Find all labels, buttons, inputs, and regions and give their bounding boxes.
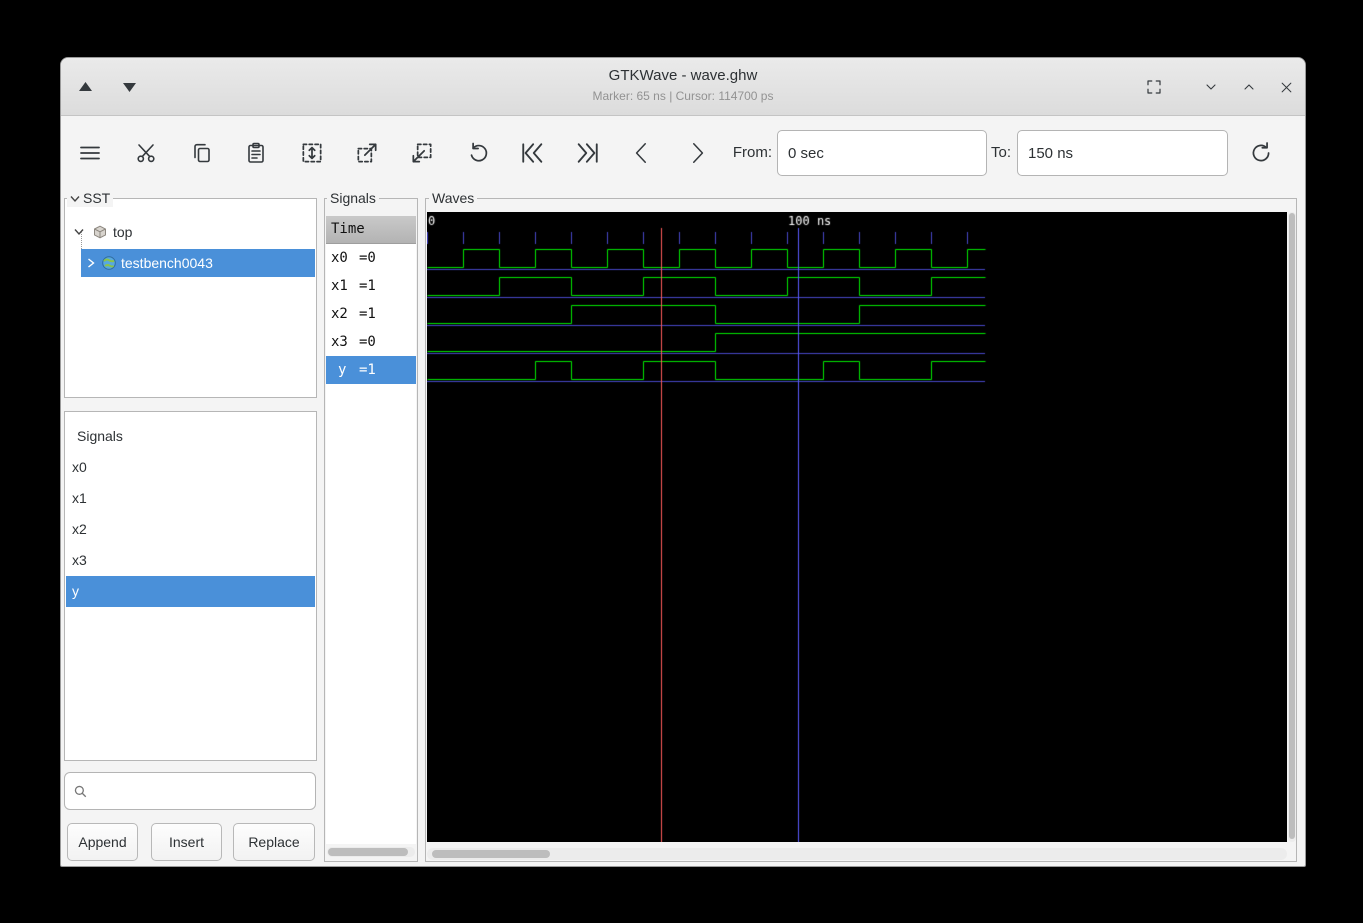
from-input[interactable] <box>777 130 987 176</box>
waves-hscrollbar-track[interactable] <box>427 848 1287 860</box>
to-start-button[interactable] <box>514 133 550 173</box>
signal-value: =1 <box>359 306 376 322</box>
close-icon <box>1281 82 1291 92</box>
signal-name: x0 <box>331 250 348 266</box>
close-button[interactable] <box>1274 75 1298 99</box>
insert-button[interactable]: Insert <box>151 823 222 861</box>
zoom-fit-button[interactable] <box>294 133 330 173</box>
signal-list-header: Signals <box>77 428 123 444</box>
signal-list-item-y[interactable]: y <box>66 576 315 607</box>
signal-value: =0 <box>359 250 376 266</box>
to-input[interactable] <box>1017 130 1228 176</box>
sst-tree-panel: top testbench0043 <box>64 198 317 398</box>
sst-frame-label[interactable]: SST <box>67 190 114 207</box>
undo-arrow-icon <box>470 142 488 162</box>
skip-to-start-icon <box>522 143 543 163</box>
to-end-button[interactable] <box>570 133 606 173</box>
wave-name-row-x2[interactable]: x2 =1 <box>326 300 416 328</box>
signal-search-box[interactable] <box>64 772 316 810</box>
wave-names-hscrollbar-thumb[interactable] <box>328 848 408 856</box>
wave-signals-panel: Time x0 =0 x1 =1 x2 =1 x3 =0 y =1 <box>324 198 418 862</box>
signal-name: y <box>338 362 347 378</box>
chevron-right-icon <box>692 143 704 163</box>
titlebar[interactable]: GTKWave - wave.ghw Marker: 65 ns | Curso… <box>61 58 1305 116</box>
waves-panel <box>425 198 1297 862</box>
zoom-in-button[interactable] <box>349 133 385 173</box>
wave-name-row-y[interactable]: y =1 <box>326 356 416 384</box>
wave-name-row-x0[interactable]: x0 =0 <box>326 244 416 272</box>
signal-search-panel: Signals x0 x1 x2 x3 y <box>64 411 317 761</box>
search-input[interactable] <box>94 783 307 799</box>
menu-button[interactable] <box>72 133 108 173</box>
cut-button[interactable] <box>128 133 164 173</box>
gtkwave-window: GTKWave - wave.ghw Marker: 65 ns | Curso… <box>60 57 1306 867</box>
chevron-left-icon <box>635 143 647 163</box>
signal-value: =1 <box>359 278 376 294</box>
search-icon <box>74 785 87 797</box>
zoom-in-box-icon <box>357 143 377 163</box>
tree-node-top-label: top <box>113 224 133 240</box>
signal-value: =0 <box>359 334 376 350</box>
copy-button[interactable] <box>184 133 220 173</box>
wave-signals-frame-label: Signals <box>327 190 379 207</box>
module-box-icon <box>94 225 106 239</box>
waves-hscrollbar-thumb[interactable] <box>432 850 550 858</box>
expander-down-icon <box>70 195 80 202</box>
wave-signals-label-text: Signals <box>330 190 376 206</box>
expander-right-icon[interactable] <box>87 258 95 268</box>
reload-button[interactable] <box>1243 133 1279 173</box>
tree-row-top[interactable]: top <box>66 218 315 246</box>
from-label: From: <box>732 144 772 161</box>
signal-list-item-x1[interactable]: x1 <box>66 483 315 514</box>
testbench-globe-icon <box>102 256 116 270</box>
signal-value: =1 <box>359 362 376 378</box>
signal-name: x3 <box>331 334 348 350</box>
waves-vscrollbar-track[interactable] <box>1288 212 1296 842</box>
fullscreen-button[interactable] <box>1142 75 1166 99</box>
to-label: To: <box>990 144 1011 161</box>
waves-frame-label: Waves <box>429 190 478 207</box>
tree-row-testbench[interactable]: testbench0043 <box>81 249 315 277</box>
skip-to-end-icon <box>577 143 598 163</box>
zoom-out-box-icon <box>412 143 432 163</box>
signal-name: x1 <box>331 278 348 294</box>
waves-vscrollbar-thumb[interactable] <box>1289 213 1295 839</box>
step-right-button[interactable] <box>679 133 715 173</box>
zoom-out-button[interactable] <box>404 133 440 173</box>
paste-button[interactable] <box>238 133 274 173</box>
corner-brackets-icon <box>1147 80 1161 94</box>
chevron-up-icon <box>1244 84 1254 90</box>
sst-label-text: SST <box>83 190 111 206</box>
tree-node-testbench-label: testbench0043 <box>121 255 213 271</box>
append-button[interactable]: Append <box>67 823 138 861</box>
chevron-down-icon <box>1206 84 1216 90</box>
signal-name: x2 <box>331 306 348 322</box>
marker-cursor-status: Marker: 65 ns | Cursor: 114700 ps <box>592 89 774 103</box>
waves-canvas[interactable] <box>427 212 1287 842</box>
wave-names-hscrollbar-track[interactable] <box>327 847 415 857</box>
signal-list-item-x0[interactable]: x0 <box>66 452 315 483</box>
signal-list-item-x2[interactable]: x2 <box>66 514 315 545</box>
waves-label-text: Waves <box>432 190 475 206</box>
zoom-fit-icon <box>302 143 322 163</box>
replace-button[interactable]: Replace <box>233 823 315 861</box>
copy-icon <box>194 143 210 163</box>
time-column-header: Time <box>326 216 416 244</box>
undo-button[interactable] <box>460 133 496 173</box>
scissors-icon <box>137 144 155 163</box>
signal-list-item-x3[interactable]: x3 <box>66 545 315 576</box>
step-left-button[interactable] <box>624 133 660 173</box>
maximize-button[interactable] <box>1237 75 1261 99</box>
reload-icon <box>1252 142 1270 162</box>
hamburger-menu-icon <box>80 146 100 160</box>
wave-name-row-x1[interactable]: x1 =1 <box>326 272 416 300</box>
clipboard-icon <box>248 142 264 163</box>
desktop-background: GTKWave - wave.ghw Marker: 65 ns | Curso… <box>0 0 1363 923</box>
window-title: GTKWave - wave.ghw <box>608 67 758 84</box>
wave-name-row-x3[interactable]: x3 =0 <box>326 328 416 356</box>
minimize-button[interactable] <box>1199 75 1223 99</box>
